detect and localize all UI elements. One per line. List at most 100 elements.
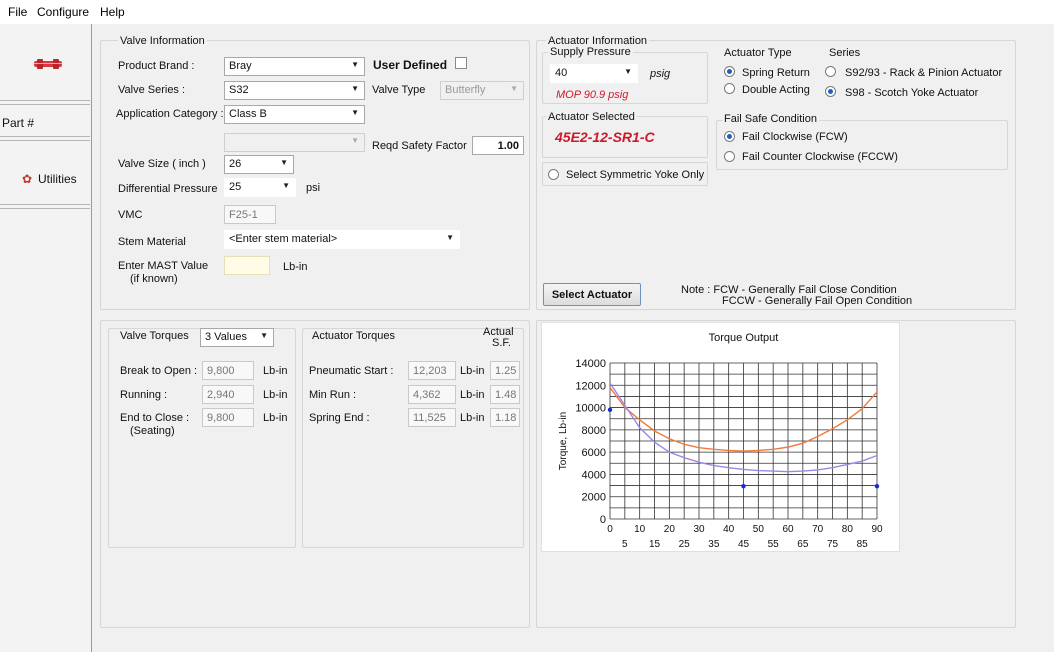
x-tick-label: 60 — [782, 524, 794, 535]
valve-type-select[interactable]: Butterfly ▼ — [440, 81, 524, 100]
x-tick-label: 30 — [693, 524, 705, 535]
fail-cw-radio[interactable] — [724, 131, 735, 142]
x-tick-label: 70 — [812, 524, 824, 535]
running-label: Running : — [120, 389, 168, 401]
series-s98-radio[interactable] — [825, 86, 836, 97]
sidebar-utilities[interactable]: Utilities — [38, 172, 77, 186]
vmc-field: F25-1 — [224, 205, 276, 224]
valve-information-title: Valve Information — [118, 35, 207, 47]
supply-pressure-select[interactable]: 40 ▼ — [550, 64, 638, 83]
symmetric-yoke-radio[interactable] — [548, 169, 559, 180]
user-defined-checkbox[interactable] — [455, 57, 467, 69]
pneumatic-start-label: Pneumatic Start : — [309, 365, 394, 377]
chevron-down-icon: ▼ — [280, 158, 288, 167]
pneumatic-start-field: 12,203 — [408, 361, 456, 380]
chevron-down-icon: ▼ — [351, 136, 359, 145]
pneumatic-start-sf-field: 1.25 — [490, 361, 520, 380]
valve-series-label: Valve Series : — [118, 84, 186, 96]
application-category-label: Application Category : — [116, 108, 224, 120]
valve-size-select[interactable]: 26 ▼ — [224, 155, 294, 174]
differential-pressure-select[interactable]: 25 ▼ — [224, 178, 296, 197]
y-tick-label: 4000 — [582, 469, 606, 481]
menu-configure[interactable]: Configure — [37, 5, 89, 19]
spring-end-sf-field: 1.18 — [490, 408, 520, 427]
y-tick-label: 8000 — [582, 425, 606, 437]
mast-label: Enter MAST Value — [118, 260, 209, 272]
chevron-down-icon: ▼ — [624, 67, 632, 76]
break-to-open-unit: Lb-in — [263, 365, 288, 377]
product-brand-label: Product Brand : — [118, 60, 195, 72]
x-tick-label: 40 — [723, 524, 735, 535]
pneumatic-start-unit: Lb-in — [460, 365, 485, 377]
end-to-close-sublabel: (Seating) — [130, 425, 175, 437]
x-tick-label: 0 — [607, 524, 613, 535]
y-tick-label: 10000 — [575, 403, 606, 415]
break-to-open-label: Break to Open : — [120, 365, 198, 377]
menu-help[interactable]: Help — [100, 5, 125, 19]
valve-torques-label: Valve Torques — [120, 330, 189, 342]
chevron-down-icon: ▼ — [351, 84, 359, 93]
end-to-close-label: End to Close : — [120, 412, 190, 424]
x-tick-label: 35 — [708, 539, 720, 550]
y-tick-label: 6000 — [582, 447, 606, 459]
series-s98-label: S98 - Scotch Yoke Actuator — [845, 87, 979, 99]
y-axis-label: Torque, Lb-in — [558, 412, 569, 470]
gears-icon: ✿ — [22, 172, 33, 186]
x-tick-label: 10 — [634, 524, 646, 535]
chevron-down-icon: ▼ — [351, 60, 359, 69]
differential-pressure-label: Differential Pressure — [118, 183, 218, 195]
break-to-open-field: 9,800 — [202, 361, 254, 380]
y-tick-label: 0 — [600, 514, 606, 526]
menu-file[interactable]: File — [8, 5, 27, 19]
chevron-down-icon: ▼ — [351, 108, 359, 117]
spring-return-label: Spring Return — [742, 67, 810, 79]
valve-series-select[interactable]: S32 ▼ — [224, 81, 365, 100]
x-tick-label: 25 — [679, 539, 691, 550]
spring-end-unit: Lb-in — [460, 412, 485, 424]
vmc-label: VMC — [118, 209, 143, 221]
application-category-select[interactable]: Class B ▼ — [224, 105, 365, 124]
x-tick-label: 75 — [827, 539, 839, 550]
end-to-close-unit: Lb-in — [263, 412, 288, 424]
reqd-safety-factor-input[interactable]: 1.00 — [472, 136, 524, 155]
series-s92-radio[interactable] — [825, 66, 836, 77]
mop-readout: MOP 90.9 psig — [556, 89, 629, 101]
select-actuator-button[interactable]: Select Actuator — [543, 283, 641, 306]
fail-ccw-radio[interactable] — [724, 151, 735, 162]
spring-return-radio[interactable] — [724, 66, 735, 77]
torque-output-chart: Torque Output 0 2000 4000 6000 8000 10000 12000… — [541, 322, 900, 552]
x-tick-label: 65 — [797, 539, 809, 550]
x-tick-label: 45 — [738, 539, 750, 550]
chevron-down-icon: ▼ — [510, 84, 518, 93]
min-run-unit: Lb-in — [460, 389, 485, 401]
series-s92-label: S92/93 - Rack & Pinion Actuator — [845, 67, 1003, 79]
differential-pressure-unit: psi — [306, 182, 321, 194]
user-defined-label: User Defined — [373, 58, 448, 72]
valve-torques-select[interactable]: 3 Values ▼ — [200, 328, 274, 347]
actuator-selected-label: Actuator Selected — [546, 111, 637, 123]
chevron-down-icon: ▼ — [282, 181, 290, 190]
actuator-logo-icon[interactable] — [33, 58, 63, 70]
running-unit: Lb-in — [263, 389, 288, 401]
series-point — [741, 484, 746, 489]
left-sidebar: Part # ✿ Utilities — [0, 24, 92, 652]
stem-material-label: Stem Material — [118, 236, 186, 248]
x-tick-label: 80 — [842, 524, 854, 535]
chevron-down-icon: ▼ — [446, 233, 454, 242]
sidebar-part-number[interactable]: Part # — [2, 116, 34, 130]
symmetric-yoke-label: Select Symmetric Yoke Only — [566, 169, 705, 181]
menu-bar: File Configure Help — [0, 0, 1054, 24]
x-tick-label: 5 — [622, 539, 628, 550]
product-brand-select[interactable]: Bray ▼ — [224, 57, 365, 76]
x-tick-label: 85 — [857, 539, 869, 550]
double-acting-radio[interactable] — [724, 83, 735, 94]
sf-label: S.F. — [492, 337, 511, 349]
fail-cw-label: Fail Clockwise (FCW) — [742, 131, 848, 143]
y-tick-label: 14000 — [575, 358, 606, 370]
stem-material-select[interactable]: <Enter stem material> ▼ — [224, 230, 460, 249]
application-subcategory-select[interactable]: ▼ — [224, 133, 365, 152]
chevron-down-icon: ▼ — [260, 331, 268, 340]
double-acting-label: Double Acting — [742, 84, 810, 96]
mast-value-input[interactable] — [224, 256, 270, 275]
valve-size-label: Valve Size ( inch ) — [118, 158, 206, 170]
